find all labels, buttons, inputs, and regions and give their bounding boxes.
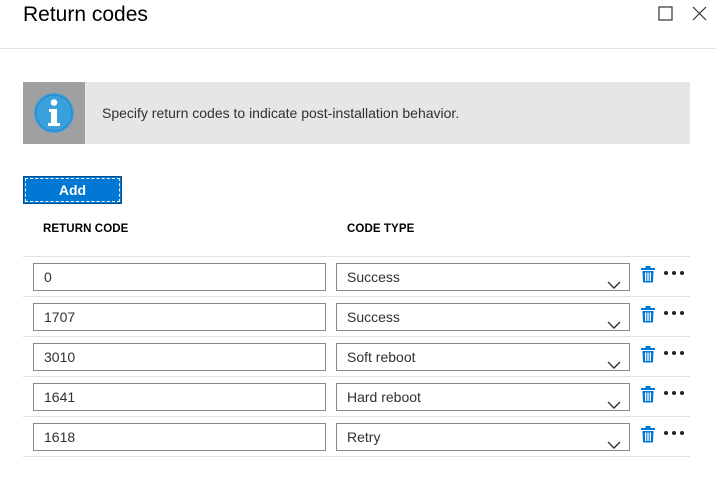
code-type-value: Retry [347, 429, 381, 445]
add-button[interactable]: Add [23, 176, 122, 204]
table-row: 1618 Retry [23, 417, 690, 457]
trash-icon[interactable] [641, 386, 655, 403]
code-type-value: Success [347, 269, 400, 285]
return-code-input[interactable]: 0 [33, 263, 326, 291]
code-type-value: Soft reboot [347, 349, 416, 365]
code-type-value: Hard reboot [347, 389, 421, 405]
code-type-select[interactable]: Hard reboot [336, 383, 630, 411]
info-text: Specify return codes to indicate post-in… [102, 105, 460, 121]
trash-icon[interactable] [641, 266, 655, 283]
more-icon[interactable] [663, 425, 685, 435]
more-icon[interactable] [663, 385, 685, 395]
code-type-select[interactable]: Soft reboot [336, 343, 630, 371]
return-code-input[interactable]: 3010 [33, 343, 326, 371]
chevron-down-icon [607, 432, 621, 449]
trash-icon[interactable] [641, 426, 655, 443]
trash-icon[interactable] [641, 306, 655, 323]
code-type-select[interactable]: Success [336, 303, 630, 331]
page-title: Return codes [23, 3, 148, 26]
table-row: 1641 Hard reboot [23, 377, 690, 417]
table-row: 0 Success [23, 257, 690, 297]
title-bar: Return codes [0, 0, 716, 49]
column-header-code-type: CODE TYPE [347, 223, 415, 235]
trash-icon[interactable] [641, 346, 655, 363]
table-row: 3010 Soft reboot [23, 337, 690, 377]
chevron-down-icon [607, 352, 621, 369]
chevron-down-icon [607, 392, 621, 409]
return-code-input[interactable]: 1707 [33, 303, 326, 331]
close-icon[interactable] [690, 4, 708, 22]
chevron-down-icon [607, 272, 621, 289]
info-banner: Specify return codes to indicate post-in… [23, 82, 690, 144]
code-type-select[interactable]: Retry [336, 423, 630, 451]
return-code-input[interactable]: 1618 [33, 423, 326, 451]
table-row: 1707 Success [23, 297, 690, 337]
info-icon [23, 82, 85, 144]
return-code-input[interactable]: 1641 [33, 383, 326, 411]
more-icon[interactable] [663, 305, 685, 315]
chevron-down-icon [607, 312, 621, 329]
column-header-return-code: RETURN CODE [43, 223, 129, 235]
code-type-select[interactable]: Success [336, 263, 630, 291]
code-type-value: Success [347, 309, 400, 325]
maximize-icon[interactable] [657, 4, 675, 22]
more-icon[interactable] [663, 265, 685, 275]
more-icon[interactable] [663, 345, 685, 355]
